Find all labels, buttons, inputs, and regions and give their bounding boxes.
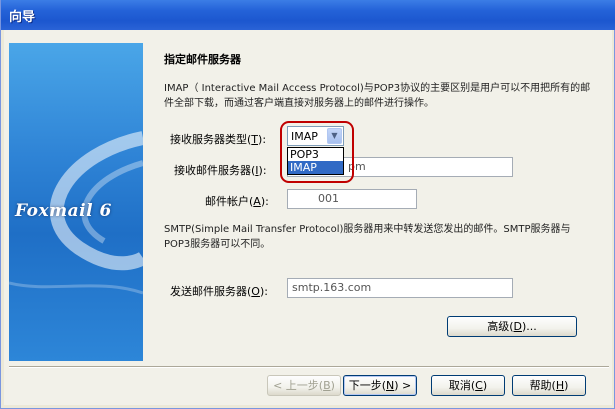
next-button[interactable]: 下一步(N) > [343,375,417,396]
account-input[interactable]: 001 [287,189,417,209]
help-button[interactable]: 帮助(H) [512,375,586,396]
divider [9,366,609,368]
recv-server-label: 接收邮件服务器(I): [174,164,267,177]
title-bar[interactable]: 向导 [1,0,615,30]
account-label: 邮件帐户(A): [205,195,269,208]
cancel-button[interactable]: 取消(C) [431,375,505,396]
imap-description: IMAP（ Interactive Mail Access Protocol)与… [164,83,591,109]
wizard-body: Foxmail 6 指定邮件服务器 IMAP（ Interactive Mail… [4,30,612,405]
page-title: 指定邮件服务器 [164,53,241,66]
foxmail-banner: Foxmail 6 [9,43,143,361]
advanced-button[interactable]: 高级(D)... [447,316,577,337]
back-button[interactable]: < 上一步(B) [267,375,341,396]
window-title: 向导 [9,10,36,25]
wizard-window: 向导 Foxmail 6 指定邮件服务器 IMAP（ Interactive M… [0,0,615,409]
send-server-label: 发送邮件服务器(O): [170,285,268,298]
recv-type-label: 接收服务器类型(T): [170,133,267,146]
foxmail-logo: Foxmail 6 [15,201,112,221]
smtp-description: SMTP(Simple Mail Transfer Protocol)服务器用来… [164,224,571,250]
send-server-input[interactable]: smtp.163.com [287,278,513,298]
highlight-annotation [280,121,354,183]
